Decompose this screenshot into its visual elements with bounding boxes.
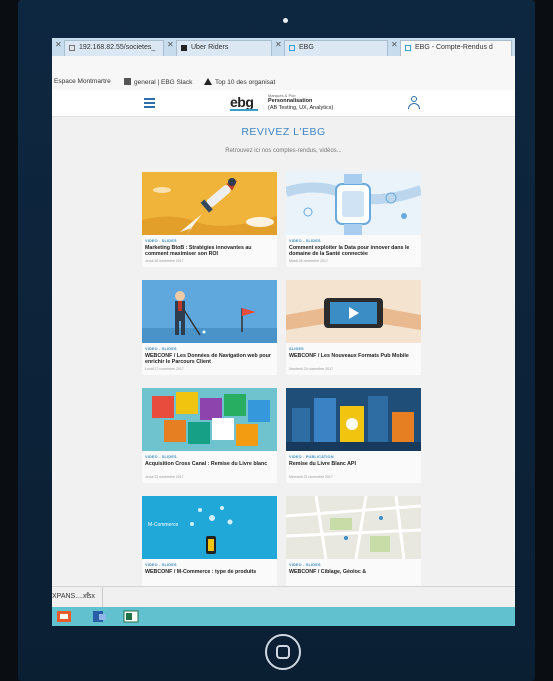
bookmark-1[interactable]: Espace Montmartre [54, 78, 111, 85]
taskbar [52, 607, 515, 626]
card-tag: VIDEO - SLIDES [145, 563, 177, 567]
card-tag: VIDEO - PUBLICATION [289, 455, 334, 459]
card-title[interactable]: WEBCONF / Les Nouveaux Formats Pub Mobil… [289, 353, 419, 359]
article-card[interactable]: VIDEO - SLIDES Marketing BtoB : Stratégi… [142, 172, 277, 267]
close-tab-icon[interactable]: ✕ [55, 40, 62, 49]
triangle-icon [204, 78, 212, 85]
article-card[interactable]: M-Commerce VIDEO - SLIDES WEBCONF / M-Co… [142, 496, 277, 586]
article-card[interactable]: VIDEO - SLIDES Comment exploiter la Data… [286, 172, 421, 267]
article-card[interactable]: VIDEO - SLIDES WEBCONF / Ciblage, Géoloc… [286, 496, 421, 586]
card-date: Lundi 27 novembre 2017 [145, 367, 184, 371]
thumb-label: M-Commerce [148, 522, 178, 528]
uber-icon [181, 45, 187, 51]
card-image-phone-video [286, 280, 421, 343]
card-title[interactable]: WEBCONF / Ciblage, Géoloc & [289, 569, 419, 575]
page-subtitle: Retrouvez ici nos comptes-rendus, vidéos… [225, 148, 342, 154]
card-title[interactable]: Comment exploiter la Data pour innover d… [289, 245, 419, 258]
card-title[interactable]: Remise du Livre Blanc API [289, 461, 419, 467]
article-card[interactable]: SLIDES WEBCONF / Les Nouveaux Formats Pu… [286, 280, 421, 375]
outlook-icon[interactable] [90, 609, 108, 624]
close-tab-icon[interactable]: ✕ [167, 40, 174, 49]
article-card[interactable]: VIDEO - SLIDES WEBCONF / Les Données de … [142, 280, 277, 375]
card-title[interactable]: Marketing BtoB : Stratégies innovantes a… [145, 245, 275, 258]
logo[interactable]: ebg [230, 94, 254, 110]
card-tag: VIDEO - SLIDES [289, 239, 321, 243]
tab-3[interactable]: EBG [284, 40, 388, 56]
windows-icon[interactable] [55, 609, 73, 624]
card-date: Vendredi 24 novembre 2017 [289, 367, 333, 371]
card-date: Mardi 28 novembre 2017 [289, 259, 328, 263]
card-tag: SLIDES [289, 347, 304, 351]
card-image-api-city [286, 388, 421, 451]
close-tab-icon[interactable]: ✕ [391, 40, 398, 49]
card-tag: VIDEO - SLIDES [145, 347, 177, 351]
card-date: Jeudi 30 novembre 2017 [145, 259, 184, 263]
bookmark-2[interactable]: general | EBG Slack [124, 78, 192, 86]
card-tag: VIDEO - SLIDES [289, 563, 321, 567]
card-title[interactable]: Acquisition Cross Canal : Remise du Livr… [145, 461, 275, 467]
browser-tab-bar: ✕ 192.168.82.55/societes_ ✕ Uber Riders … [52, 38, 515, 56]
camera-icon [283, 18, 288, 23]
tab-1[interactable]: 192.168.82.55/societes_ [64, 40, 164, 56]
card-tag: VIDEO - SLIDES [145, 239, 177, 243]
card-date: Jeudi 23 novembre 2017 [145, 475, 184, 479]
home-icon [276, 645, 290, 659]
menu-icon[interactable] [144, 98, 155, 108]
card-date: Mercredi 22 novembre 2017 [289, 475, 333, 479]
card-tag: VIDEO - SLIDES [145, 455, 177, 459]
bookmark-3[interactable]: Top 10 des organisat [204, 78, 275, 86]
bookmarks-bar: Espace Montmartre general | EBG Slack To… [52, 74, 515, 91]
device-edge-right [535, 0, 553, 681]
screen: ✕ 192.168.82.55/societes_ ✕ Uber Riders … [52, 38, 515, 626]
header-subtitle: (AB Testing, UX, Analytics) [268, 105, 334, 111]
tab-active[interactable]: EBG - Compte-Rendus d [400, 40, 512, 56]
address-bar[interactable] [52, 56, 515, 75]
card-image-golfer [142, 280, 277, 343]
close-tab-icon[interactable]: ✕ [275, 40, 282, 49]
home-button[interactable] [265, 634, 301, 670]
slack-icon [124, 78, 131, 85]
logo-underline [230, 109, 258, 111]
downloads-bar: XPANS....xlsx ^ [52, 586, 515, 608]
article-card[interactable]: VIDEO - SLIDES Acquisition Cross Canal :… [142, 388, 277, 483]
card-title[interactable]: WEBCONF / Les Données de Navigation web … [145, 353, 275, 366]
card-image-puzzle [142, 388, 277, 451]
page-title: REVIVEZ L'EBG [241, 126, 326, 138]
tab-2[interactable]: Uber Riders [176, 40, 272, 56]
web-page: ebg Marques & Pub Personnalisation (AB T… [52, 90, 515, 586]
ebg-icon [289, 45, 295, 51]
card-image-mcommerce: M-Commerce [142, 496, 277, 559]
card-image-rocket [142, 172, 277, 235]
excel-icon[interactable] [122, 609, 140, 624]
article-card[interactable]: VIDEO - PUBLICATION Remise du Livre Blan… [286, 388, 421, 483]
ebg-icon [405, 45, 411, 51]
page-icon [69, 45, 75, 51]
card-title[interactable]: WEBCONF / M-Commerce : type de produits [145, 569, 275, 575]
header-title[interactable]: Personnalisation [268, 98, 312, 104]
chevron-up-icon[interactable]: ^ [86, 591, 90, 600]
device-edge-left [0, 0, 18, 681]
divider [102, 587, 103, 608]
user-icon[interactable] [408, 96, 420, 109]
card-image-smartwatch [286, 172, 421, 235]
site-header: ebg Marques & Pub Personnalisation (AB T… [52, 90, 515, 117]
card-image-map [286, 496, 421, 559]
